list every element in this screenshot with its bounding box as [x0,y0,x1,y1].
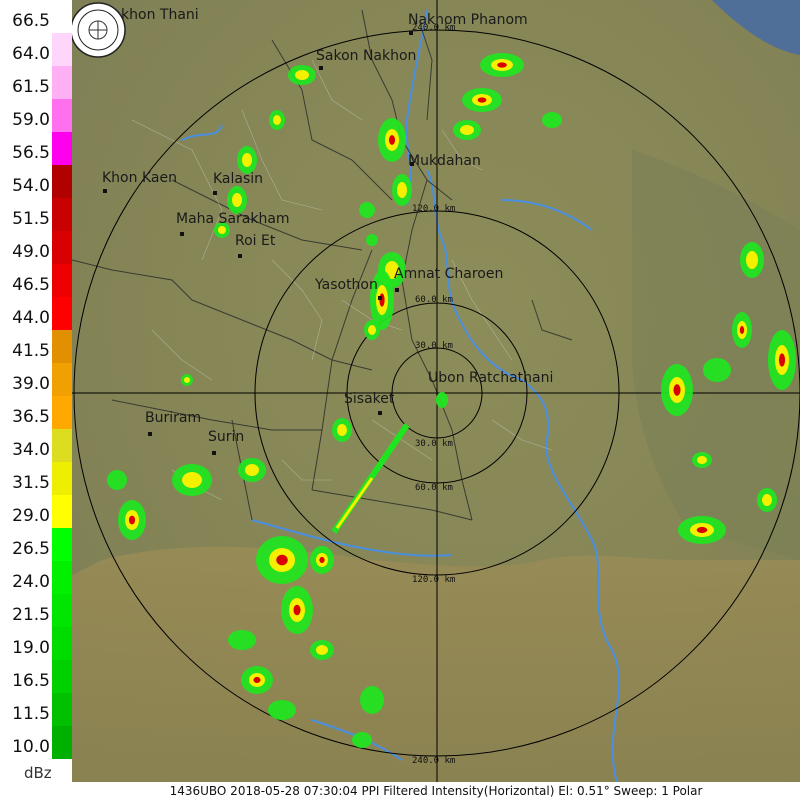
city-label-mukdahan: Mukdahan [408,153,481,169]
legend-swatch [52,693,72,726]
legend-tick-label: 16.5 [12,671,50,691]
legend-tick-label: 39.0 [12,374,50,394]
legend-swatch [52,462,72,495]
legend-swatch [52,264,72,297]
city-marker-kalasin [213,191,217,195]
legend-tick-label: 56.5 [12,143,50,163]
legend-unit-label: dBz [24,764,52,782]
city-marker-amnat-charoen [395,288,399,292]
svg-text:120.0 km: 120.0 km [412,204,455,214]
city-marker-sakon-nakhon [319,66,323,70]
legend-swatch [52,33,72,66]
legend-swatch [52,132,72,165]
agency-seal-logo [70,2,126,58]
legend-swatch [52,165,72,198]
city-label-sisaket: Sisaket [344,391,395,407]
city-label-maha-sarakham: Maha Sarakham [176,211,290,227]
legend-tick-label: 21.5 [12,605,50,625]
legend-tick-label: 41.5 [12,341,50,361]
city-marker-nakhom-phanom [409,31,413,35]
legend-swatch [52,528,72,561]
city-label-sakon-nakhon: Sakon Nakhon [316,48,416,64]
legend-swatch [52,561,72,594]
legend-tick-label: 36.5 [12,407,50,427]
city-marker-buriram [148,432,152,436]
radar-map[interactable]: 30.0 km 60.0 km 120.0 km 240.0 km 30.0 k… [70,0,800,783]
city-label-kalasin: Kalasin [213,171,263,187]
legend-tick-label: 11.5 [12,704,50,724]
legend-swatch [52,297,72,330]
legend-swatch [52,660,72,693]
city-label-yasothon: Yasothon [314,277,378,293]
svg-text:60.0 km: 60.0 km [415,295,453,305]
legend-tick-label: 44.0 [12,308,50,328]
legend-tick-label: 54.0 [12,176,50,196]
city-marker-yasothon [378,296,382,300]
legend-swatch [52,231,72,264]
city-label-ubon-ratchathani: Ubon Ratchathani [428,370,553,386]
dbz-color-legend: 66.5 64.0 61.5 59.0 56.5 54.0 51.5 49.0 46.5 44.0… [0,0,72,800]
legend-tick-label: 66.5 [12,11,50,31]
legend-tick-label: 29.0 [12,506,50,526]
legend-swatch [52,0,72,33]
city-marker-roi-et [238,254,242,258]
city-label-amnat-charoen: Amnat Charoen [394,266,503,282]
legend-tick-label: 59.0 [12,110,50,130]
city-marker-sisaket [378,411,382,415]
svg-text:30.0 km: 30.0 km [415,439,453,449]
legend-tick-label: 46.5 [12,275,50,295]
scan-info-footer: 1436UBO 2018-05-28 07:30:04 PPI Filtered… [72,782,800,800]
legend-tick-label: 26.5 [12,539,50,559]
svg-text:240.0 km: 240.0 km [412,756,455,766]
legend-tick-label: 51.5 [12,209,50,229]
legend-swatch [52,726,72,759]
city-marker-khon-kaen [103,189,107,193]
legend-swatch [52,198,72,231]
city-label-nakhom-phanom: Nakhom Phanom [408,12,528,28]
legend-swatch [52,594,72,627]
legend-tick-label: 34.0 [12,440,50,460]
svg-text:60.0 km: 60.0 km [415,483,453,493]
legend-swatch [52,66,72,99]
legend-tick-label: 31.5 [12,473,50,493]
legend-swatch [52,627,72,660]
legend-tick-label: 49.0 [12,242,50,262]
legend-tick-label: 19.0 [12,638,50,658]
legend-swatch [52,363,72,396]
city-label-buriram: Buriram [145,410,201,426]
legend-tick-label: 24.0 [12,572,50,592]
city-marker-maha-sarakham [180,232,184,236]
legend-swatch [52,99,72,132]
legend-swatch [52,495,72,528]
svg-text:30.0 km: 30.0 km [415,341,453,351]
legend-swatch [52,396,72,429]
city-label-roi-et: Roi Et [235,233,276,249]
svg-text:120.0 km: 120.0 km [412,575,455,585]
city-label-khon-kaen: Khon Kaen [102,170,177,186]
legend-tick-label: 10.0 [12,737,50,757]
legend-tick-label: 64.0 [12,44,50,64]
legend-swatch [52,429,72,462]
city-label-surin: Surin [208,429,244,445]
city-marker-surin [212,451,216,455]
legend-tick-label: 61.5 [12,77,50,97]
legend-swatch [52,330,72,363]
